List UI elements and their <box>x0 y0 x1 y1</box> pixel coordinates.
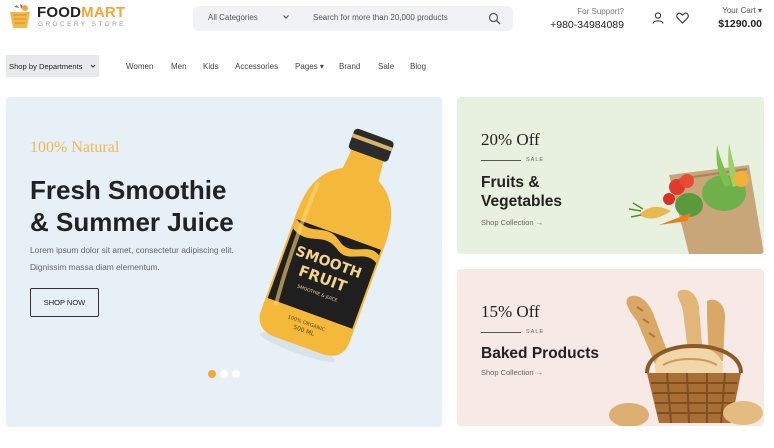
shop-now-button[interactable]: SHOP NOW <box>30 288 99 317</box>
shop-by-departments-button[interactable]: Shop by Departments <box>6 55 99 77</box>
smoothie-bottle-image: SMOOTH FRUIT SMOOTHIE & JUICE 100% ORGAN… <box>259 128 394 362</box>
promo-title-line1: Fruits & <box>481 174 540 191</box>
brand-tagline: GROCERY STORE <box>38 21 126 28</box>
carousel-dot[interactable] <box>220 370 228 378</box>
nav-item-brand[interactable]: Brand <box>339 62 360 71</box>
logo[interactable]: FOODMART GROCERY STORE <box>8 3 128 31</box>
hero-title-line1: Fresh Smoothie <box>30 175 227 205</box>
nav-item-kids[interactable]: Kids <box>203 62 219 71</box>
promo-card-fruits-vegetables[interactable]: 20% Off SALE Fruits & Vegetables Shop Co… <box>457 97 764 254</box>
departments-label: Shop by Departments <box>9 62 83 71</box>
shop-collection-link[interactable]: Shop Collection → <box>481 368 543 377</box>
hero-description-line2: Dignissim massa diam elementum. <box>30 262 160 272</box>
chevron-down-icon <box>90 64 96 68</box>
search-input[interactable]: Search for more than 20,000 products <box>313 13 448 22</box>
nav-item-accessories[interactable]: Accessories <box>235 62 278 71</box>
carousel-dot[interactable] <box>232 370 240 378</box>
promo-sale-label: SALE <box>526 157 545 163</box>
carousel-dot[interactable] <box>208 370 216 378</box>
promo-sale-label: SALE <box>526 329 545 335</box>
nav-item-blog[interactable]: Blog <box>410 62 426 71</box>
nav-item-sale[interactable]: Sale <box>378 62 394 71</box>
promo-title-line2: Vegetables <box>481 193 562 210</box>
nav-item-pages[interactable]: Pages ▾ <box>295 62 324 71</box>
chevron-down-icon[interactable] <box>282 13 290 21</box>
category-select[interactable]: All Categories <box>208 13 258 22</box>
promo-discount: 15% Off <box>481 302 540 321</box>
promo-divider <box>481 160 521 161</box>
hero-eyebrow: 100% Natural <box>30 139 120 156</box>
support-label: For Support? <box>577 7 624 16</box>
search-icon[interactable] <box>488 12 501 25</box>
support-info: For Support? +980-34984089 <box>540 7 624 31</box>
promo-divider <box>481 332 521 333</box>
nav-item-women[interactable]: Women <box>126 62 153 71</box>
heart-icon[interactable] <box>676 12 689 24</box>
search-bar: All Categories Search for more than 20,0… <box>193 6 513 31</box>
cart-label: Your Cart ▾ <box>722 6 762 15</box>
promo-title: Baked Products <box>481 345 600 362</box>
bread-basket-image <box>609 289 763 426</box>
support-phone[interactable]: +980-34984089 <box>540 19 624 31</box>
shop-collection-link[interactable]: Shop Collection → <box>481 218 543 227</box>
promo-card-baked-products[interactable]: 15% Off SALE Baked Products Shop Collect… <box>457 269 764 426</box>
basket-icon <box>10 4 30 28</box>
hero-title-line2: & Summer Juice <box>30 207 234 237</box>
cart-amount: $1290.00 <box>718 18 762 30</box>
user-icon[interactable] <box>652 12 664 24</box>
vegetable-bag-image <box>629 143 764 254</box>
brand-name: FOODMART <box>37 4 126 21</box>
promo-discount: 20% Off <box>481 130 540 149</box>
hero-description-line1: Lorem ipsum dolor sit amet, consectetur … <box>30 245 234 255</box>
nav-item-men[interactable]: Men <box>171 62 187 71</box>
hero-banner: 100% Natural Fresh Smoothie & Summer Jui… <box>6 97 442 427</box>
cart-summary[interactable]: Your Cart ▾ $1290.00 <box>700 6 762 30</box>
